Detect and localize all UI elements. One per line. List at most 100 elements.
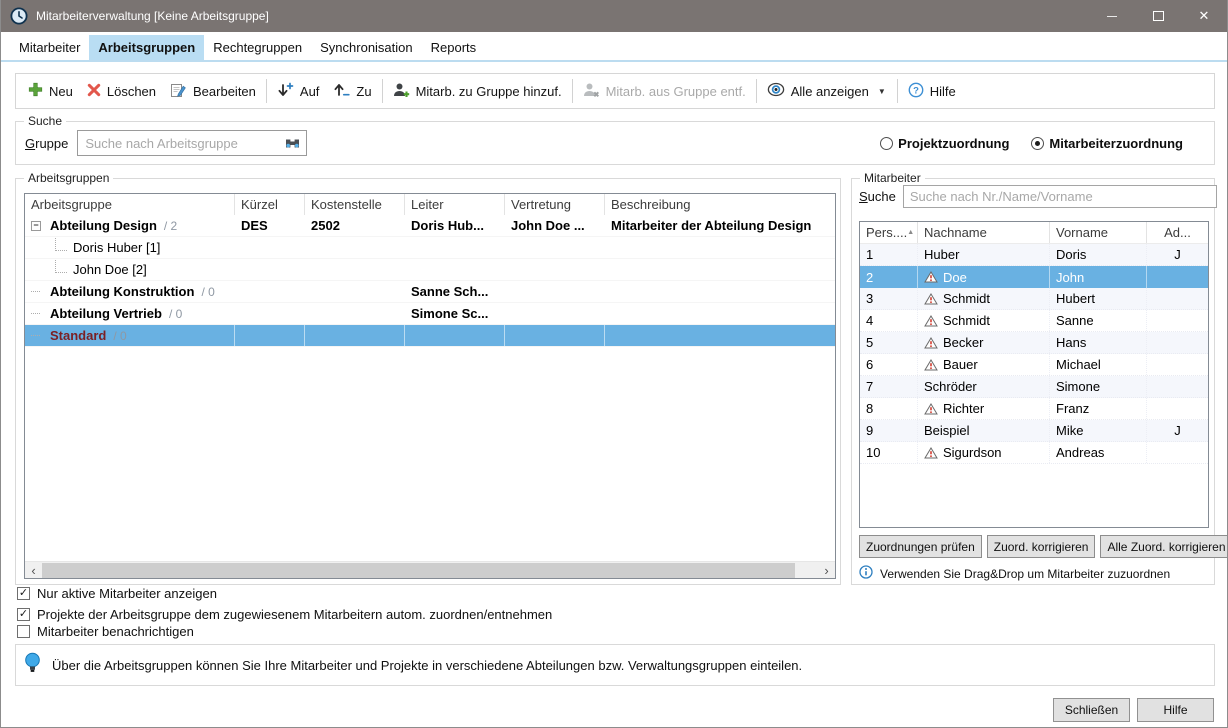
employees-groupbox-title: Mitarbeiter bbox=[860, 171, 925, 185]
tab-arbeitsgruppen[interactable]: Arbeitsgruppen bbox=[89, 35, 204, 60]
tip-panel: Über die Arbeitsgruppen können Sie Ihre … bbox=[15, 644, 1215, 686]
employees-groupbox: Mitarbeiter Suche Pers.... ▲ Nachname Vo… bbox=[851, 178, 1215, 585]
column-header-ad[interactable]: Ad... bbox=[1147, 222, 1208, 243]
column-header-kostenstelle[interactable]: Kostenstelle bbox=[305, 194, 405, 215]
employee-search-input[interactable] bbox=[903, 185, 1217, 208]
employee-row[interactable]: 8 Richter Franz bbox=[860, 398, 1208, 420]
employee-row-selected[interactable]: 2 Doe John bbox=[860, 266, 1208, 288]
new-button[interactable]: Neu bbox=[21, 77, 80, 105]
search-groupbox-title: Suche bbox=[24, 114, 66, 128]
column-header-vorname[interactable]: Vorname bbox=[1050, 222, 1147, 243]
tab-mitarbeiter[interactable]: Mitarbeiter bbox=[10, 35, 89, 60]
group-member-row-doris-huber[interactable]: Doris Huber [1] bbox=[25, 237, 835, 259]
group-row-abteilung-konstruktion[interactable]: Abteilung Konstruktion / 0 Sanne Sch... bbox=[25, 281, 835, 303]
help-dialog-button[interactable]: Hilfe bbox=[1137, 698, 1214, 722]
checkbox-active-employees[interactable]: ✓ Nur aktive Mitarbeiter anzeigen bbox=[17, 585, 917, 601]
column-header-kuerzel[interactable]: Kürzel bbox=[235, 194, 305, 215]
sort-asc-icon: ▲ bbox=[907, 229, 916, 236]
show-all-dropdown-icon[interactable]: ▼ bbox=[876, 87, 894, 96]
group-row-standard[interactable]: Standard / 0 bbox=[25, 325, 835, 347]
employee-row[interactable]: 3 Schmidt Hubert bbox=[860, 288, 1208, 310]
column-header-nachname[interactable]: Nachname bbox=[918, 222, 1050, 243]
toolbar-separator bbox=[572, 79, 573, 103]
arrow-down-plus-icon bbox=[277, 82, 294, 101]
toolbar-separator bbox=[382, 79, 383, 103]
tree-branch-icon bbox=[55, 238, 67, 251]
show-all-button[interactable]: Alle anzeigen bbox=[760, 77, 876, 105]
horizontal-scrollbar[interactable]: ‹ › bbox=[25, 561, 835, 578]
tab-synchronisation[interactable]: Synchronisation bbox=[311, 35, 422, 60]
employees-table-header: Pers.... ▲ Nachname Vorname Ad... bbox=[860, 222, 1208, 244]
svg-text:?: ? bbox=[913, 85, 919, 96]
delete-button[interactable]: Löschen bbox=[80, 77, 163, 105]
employee-row[interactable]: 4 Schmidt Sanne bbox=[860, 310, 1208, 332]
move-down-button[interactable]: Zu bbox=[326, 77, 378, 105]
employee-row[interactable]: 7 Schröder Simone bbox=[860, 376, 1208, 398]
tree-branch-icon bbox=[31, 313, 40, 314]
help-button[interactable]: ? Hilfe bbox=[901, 77, 963, 105]
tab-rechtegruppen[interactable]: Rechtegruppen bbox=[204, 35, 311, 60]
employee-row[interactable]: 9 Beispiel Mike J bbox=[860, 420, 1208, 442]
options-section: ✓ Nur aktive Mitarbeiter anzeigen ✓ Proj… bbox=[17, 585, 917, 639]
dragdrop-hint: Verwenden Sie Drag&Drop um Mitarbeiter z… bbox=[859, 565, 1170, 582]
window-title: Mitarbeiterverwaltung [Keine Arbeitsgrup… bbox=[36, 9, 269, 23]
checkbox-notify-employees[interactable]: ✓ Mitarbeiter benachrichtigen bbox=[17, 623, 917, 639]
plus-icon bbox=[28, 82, 43, 100]
toolbar: Neu Löschen Bearbeiten bbox=[15, 73, 1215, 109]
toolbar-separator bbox=[897, 79, 898, 103]
move-up-button[interactable]: Auf bbox=[270, 77, 327, 105]
minimize-button[interactable] bbox=[1089, 0, 1135, 32]
scroll-left-icon[interactable]: ‹ bbox=[25, 562, 42, 579]
correct-assignment-button[interactable]: Zuord. korrigieren bbox=[987, 535, 1096, 558]
employee-row[interactable]: 1 Huber Doris J bbox=[860, 244, 1208, 266]
eye-icon bbox=[767, 82, 785, 100]
column-header-beschreibung[interactable]: Beschreibung bbox=[605, 194, 835, 215]
tab-reports[interactable]: Reports bbox=[422, 35, 486, 60]
check-assignments-button[interactable]: Zuordnungen prüfen bbox=[859, 535, 982, 558]
group-search-label: Gruppe bbox=[25, 136, 68, 151]
radio-circle bbox=[880, 137, 893, 150]
remove-from-group-button[interactable]: Mitarb. aus Gruppe entf. bbox=[576, 77, 753, 105]
correct-all-assignments-button[interactable]: Alle Zuord. korrigieren bbox=[1100, 535, 1228, 558]
group-row-abteilung-vertrieb[interactable]: Abteilung Vertrieb / 0 Simone Sc... bbox=[25, 303, 835, 325]
collapse-icon[interactable]: − bbox=[31, 221, 41, 231]
minimize-icon bbox=[1107, 16, 1117, 17]
column-header-arbeitsgruppe[interactable]: Arbeitsgruppe bbox=[25, 194, 235, 215]
titlebar: Mitarbeiterverwaltung [Keine Arbeitsgrup… bbox=[1, 0, 1227, 32]
warning-icon bbox=[924, 403, 938, 415]
column-header-vertretung[interactable]: Vertretung bbox=[505, 194, 605, 215]
checkbox-icon: ✓ bbox=[17, 625, 30, 638]
scroll-right-icon[interactable]: › bbox=[818, 562, 835, 579]
edit-icon bbox=[170, 82, 187, 101]
toolbar-separator bbox=[266, 79, 267, 103]
radio-projektzuordnung[interactable]: Projektzuordnung bbox=[880, 136, 1009, 151]
column-header-persnr[interactable]: Pers.... ▲ bbox=[860, 222, 918, 243]
close-dialog-button[interactable]: Schließen bbox=[1053, 698, 1130, 722]
warning-icon bbox=[924, 447, 938, 459]
employee-row[interactable]: 5 Becker Hans bbox=[860, 332, 1208, 354]
groups-groupbox: Arbeitsgruppen Arbeitsgruppe Kürzel Kost… bbox=[15, 178, 841, 585]
warning-icon bbox=[924, 271, 938, 283]
scrollbar-thumb[interactable] bbox=[42, 563, 795, 578]
info-icon bbox=[859, 565, 873, 582]
binoculars-icon bbox=[284, 137, 301, 150]
column-header-leiter[interactable]: Leiter bbox=[405, 194, 505, 215]
window-controls: ✕ bbox=[1089, 0, 1227, 32]
employee-search-label: Suche bbox=[859, 189, 896, 204]
edit-button[interactable]: Bearbeiten bbox=[163, 77, 263, 105]
checkbox-icon: ✓ bbox=[17, 608, 30, 621]
employee-row[interactable]: 10 Sigurdson Andreas bbox=[860, 442, 1208, 464]
toolbar-separator bbox=[756, 79, 757, 103]
add-to-group-button[interactable]: Mitarb. zu Gruppe hinzuf. bbox=[386, 77, 569, 105]
maximize-button[interactable] bbox=[1135, 0, 1181, 32]
app-clock-icon bbox=[10, 7, 28, 25]
checkbox-auto-assign-projects[interactable]: ✓ Projekte der Arbeitsgruppe dem zugewie… bbox=[17, 606, 917, 622]
checkbox-icon: ✓ bbox=[17, 587, 30, 600]
employee-row[interactable]: 6 Bauer Michael bbox=[860, 354, 1208, 376]
close-button[interactable]: ✕ bbox=[1181, 0, 1227, 32]
group-search-input[interactable] bbox=[77, 130, 307, 156]
group-member-row-john-doe[interactable]: John Doe [2] bbox=[25, 259, 835, 281]
warning-icon bbox=[924, 315, 938, 327]
radio-mitarbeiterzuordnung[interactable]: Mitarbeiterzuordnung bbox=[1031, 136, 1183, 151]
group-row-abteilung-design[interactable]: − Abteilung Design / 2 DES 2502 Doris Hu… bbox=[25, 215, 835, 237]
